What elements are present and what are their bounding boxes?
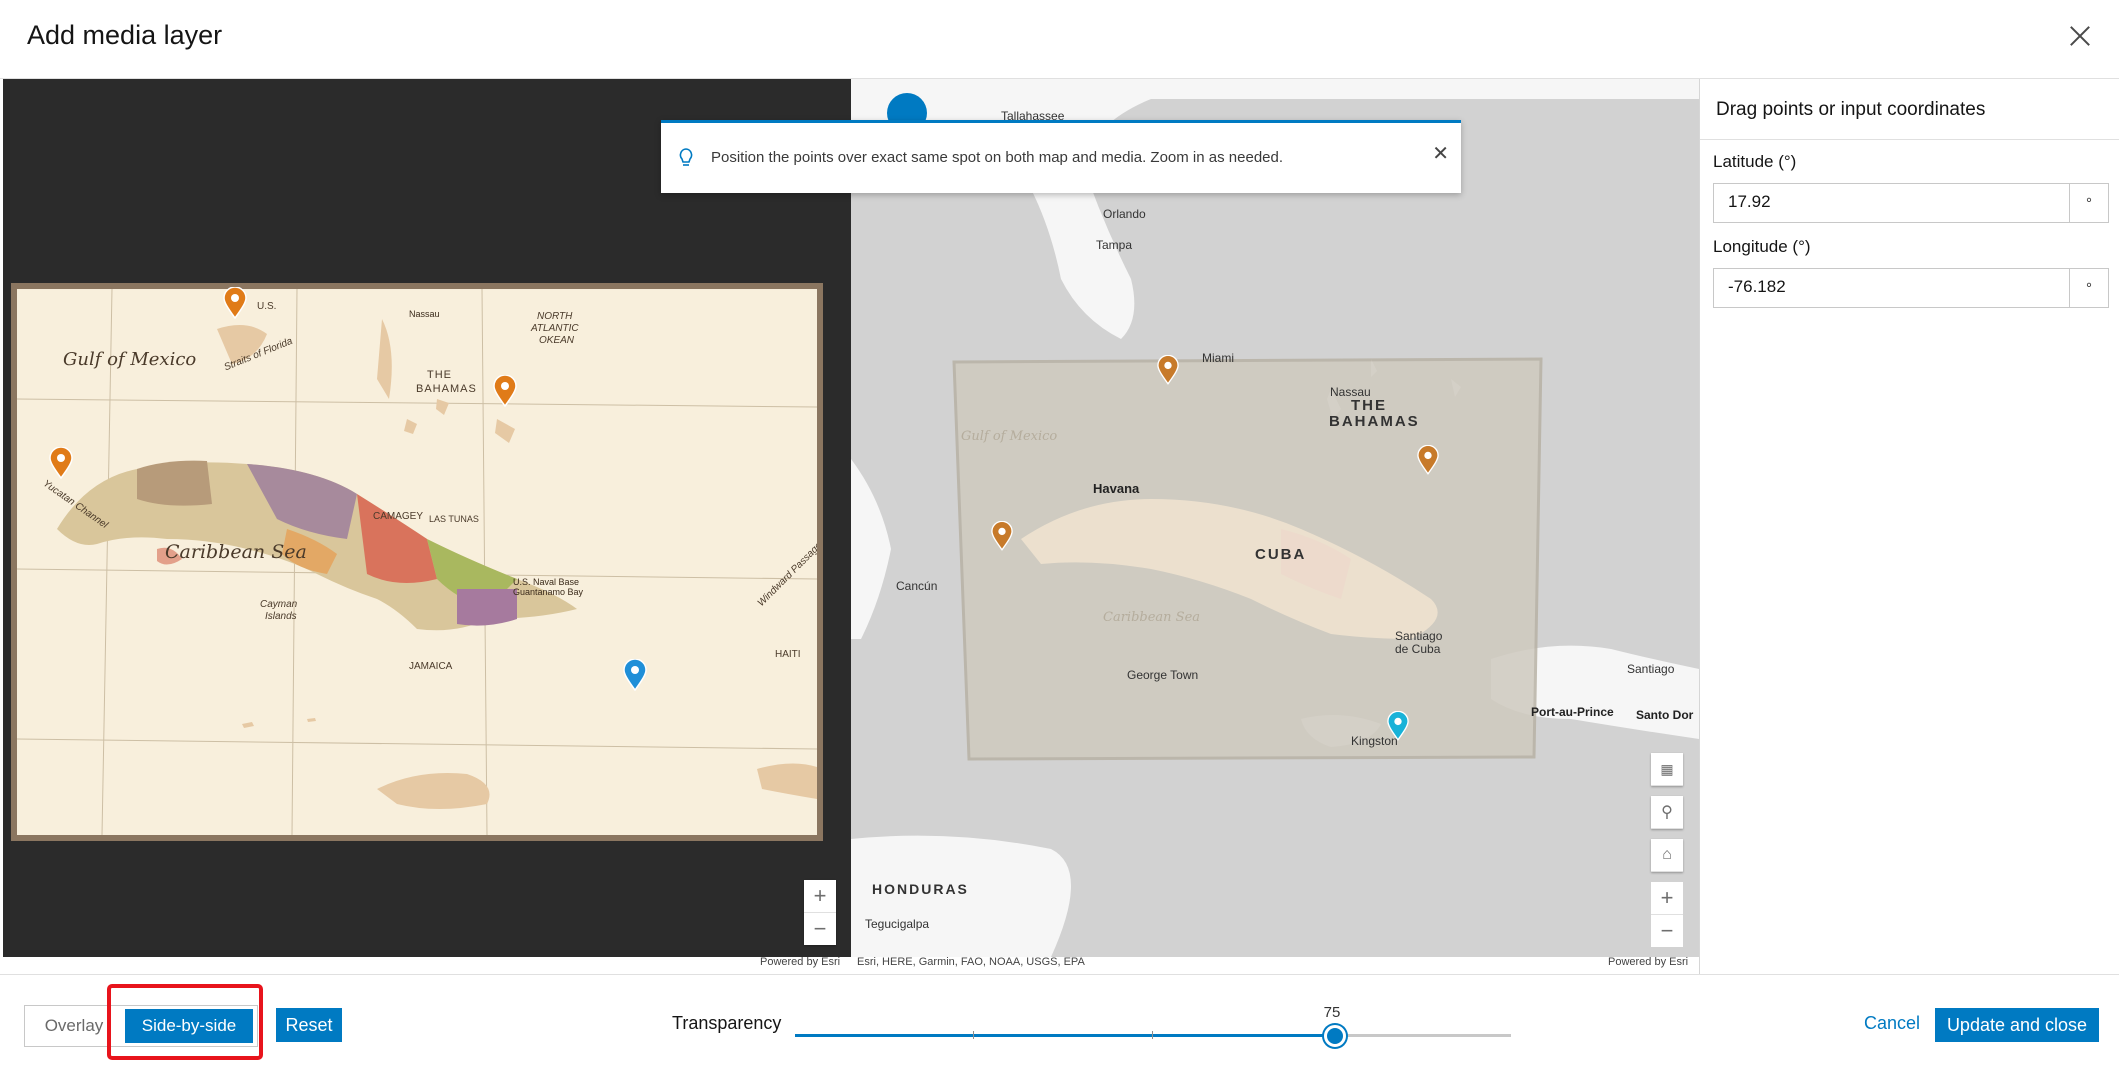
- media-label-us: U.S.: [257, 301, 277, 312]
- attribution-middle: Esri, HERE, Garmin, FAO, NOAA, USGS, EPA: [857, 956, 1085, 968]
- transparency-slider[interactable]: [795, 1025, 1511, 1047]
- map-label-miami: Miami: [1202, 351, 1234, 365]
- transparency-slider-thumb[interactable]: [1324, 1025, 1346, 1047]
- map-label-bahamas: BAHAMAS: [1329, 413, 1420, 430]
- highlight-box: [107, 984, 263, 1060]
- slider-tick: [1152, 1031, 1153, 1039]
- media-zoom-control: + −: [804, 880, 836, 945]
- media-label-gulf: Gulf of Mexico: [63, 349, 197, 370]
- map-label-santiago-de: Santiago: [1395, 629, 1443, 643]
- transparency-label: Transparency: [672, 1013, 782, 1033]
- longitude-input[interactable]: [1714, 269, 2068, 305]
- media-pin-2[interactable]: [493, 375, 517, 407]
- map-label-tampa: Tampa: [1096, 238, 1133, 252]
- media-label-cayman: Cayman: [260, 599, 298, 610]
- latitude-input[interactable]: [1714, 184, 2068, 220]
- dialog-footer: Overlay Side-by-side Reset Transparency …: [0, 974, 2119, 1075]
- media-label-the: THE: [427, 369, 452, 381]
- close-icon[interactable]: [2063, 20, 2097, 54]
- map-pin-2[interactable]: [1417, 445, 1439, 475]
- reset-button[interactable]: Reset: [276, 1008, 342, 1042]
- slider-tick: [973, 1031, 974, 1039]
- media-label-okean: OKEAN: [539, 335, 575, 346]
- media-label-haiti: HAITI: [775, 649, 801, 660]
- media-label-atlantic: ATLANTIC: [531, 323, 579, 334]
- latitude-field: °: [1713, 183, 2109, 223]
- media-image[interactable]: Gulf of Mexico Caribbean Sea THE BAHAMAS…: [17, 289, 817, 835]
- map-label-gulf: Gulf of Mexico: [961, 429, 1058, 444]
- media-image-frame: Gulf of Mexico Caribbean Sea THE BAHAMAS…: [11, 283, 823, 841]
- latitude-label: Latitude (°): [1713, 152, 1797, 171]
- map-label-george-town: George Town: [1127, 668, 1199, 682]
- notice-close-icon[interactable]: ✕: [1432, 141, 1449, 166]
- notice-text: Position the points over exact same spot…: [711, 149, 1284, 166]
- media-label-las-tunas: LAS TUNAS: [429, 514, 479, 524]
- media-label-nassau: Nassau: [409, 309, 440, 319]
- media-label-bahamas: BAHAMAS: [416, 383, 477, 395]
- map-label-caribbean: Caribbean Sea: [1103, 610, 1201, 625]
- cancel-button[interactable]: Cancel: [1864, 1013, 1920, 1034]
- transparency-slider-fill: [795, 1034, 1332, 1037]
- map-label-de-cuba: de Cuba: [1395, 642, 1441, 656]
- attribution-left: Powered by Esri: [760, 956, 841, 968]
- home-icon[interactable]: ⌂: [1651, 839, 1683, 872]
- basemap-view[interactable]: Tallahassee Orlando Tampa Miami Nassau T…: [851, 79, 1699, 957]
- longitude-field: °: [1713, 268, 2109, 308]
- map-label-orlando: Orlando: [1103, 207, 1146, 221]
- map-label-santiago: Santiago: [1627, 662, 1675, 676]
- basemap-tools: ▦ ⚲ ⌂ + −: [1651, 753, 1683, 947]
- update-and-close-button[interactable]: Update and close: [1935, 1008, 2099, 1042]
- media-pin-3[interactable]: [49, 447, 73, 479]
- media-label-islands: Islands: [265, 611, 297, 622]
- media-label-caribbean: Caribbean Sea: [165, 541, 307, 563]
- search-icon[interactable]: ⚲: [1651, 796, 1683, 829]
- dialog-header: Add media layer: [0, 0, 2119, 79]
- media-panel[interactable]: Gulf of Mexico Caribbean Sea THE BAHAMAS…: [3, 79, 851, 957]
- attribution-right: Powered by Esri: [1608, 956, 1689, 968]
- map-label-port-au-prince: Port-au-Prince: [1531, 705, 1614, 719]
- longitude-label: Longitude (°): [1713, 237, 1811, 256]
- dialog-title: Add media layer: [27, 20, 223, 50]
- transparency-value: 75: [1323, 1004, 1341, 1021]
- media-label-north: NORTH: [537, 311, 573, 322]
- map-label-cancun: Cancún: [896, 579, 938, 593]
- map-pin-active[interactable]: [1387, 711, 1409, 741]
- media-label-camagey: CAMAGEY: [373, 511, 424, 522]
- map-zoom-in-button[interactable]: +: [1651, 882, 1683, 915]
- longitude-unit: °: [2069, 269, 2108, 307]
- map-zoom-out-button[interactable]: −: [1651, 915, 1683, 947]
- media-label-guantanamo: Guantanamo Bay: [513, 587, 584, 597]
- lightbulb-icon: [679, 148, 693, 166]
- media-label-naval-base: U.S. Naval Base: [513, 577, 580, 587]
- basemap-gallery-icon[interactable]: ▦: [1651, 753, 1683, 786]
- map-pin-1[interactable]: [1157, 355, 1179, 385]
- instruction-notice: Position the points over exact same spot…: [661, 120, 1461, 193]
- map-label-santo-dom: Santo Dor: [1636, 708, 1694, 722]
- map-label-havana: Havana: [1093, 481, 1140, 496]
- media-zoom-in-button[interactable]: +: [804, 880, 836, 913]
- panel-heading: Drag points or input coordinates: [1700, 79, 2119, 140]
- latitude-unit: °: [2069, 184, 2108, 222]
- media-zoom-out-button[interactable]: −: [804, 913, 836, 945]
- map-label-honduras: HONDURAS: [872, 881, 969, 897]
- media-label-jamaica: JAMAICA: [409, 661, 453, 672]
- panel-heading-text: Drag points or input coordinates: [1716, 99, 1986, 120]
- map-label-cuba: CUBA: [1255, 546, 1307, 563]
- media-pin-active[interactable]: [623, 659, 647, 691]
- map-label-the: THE: [1351, 397, 1387, 414]
- map-label-tegucigalpa: Tegucigalpa: [865, 917, 930, 931]
- media-pin-1[interactable]: [223, 287, 247, 319]
- coordinates-panel: Drag points or input coordinates Latitud…: [1699, 79, 2119, 974]
- map-pin-3[interactable]: [991, 521, 1013, 551]
